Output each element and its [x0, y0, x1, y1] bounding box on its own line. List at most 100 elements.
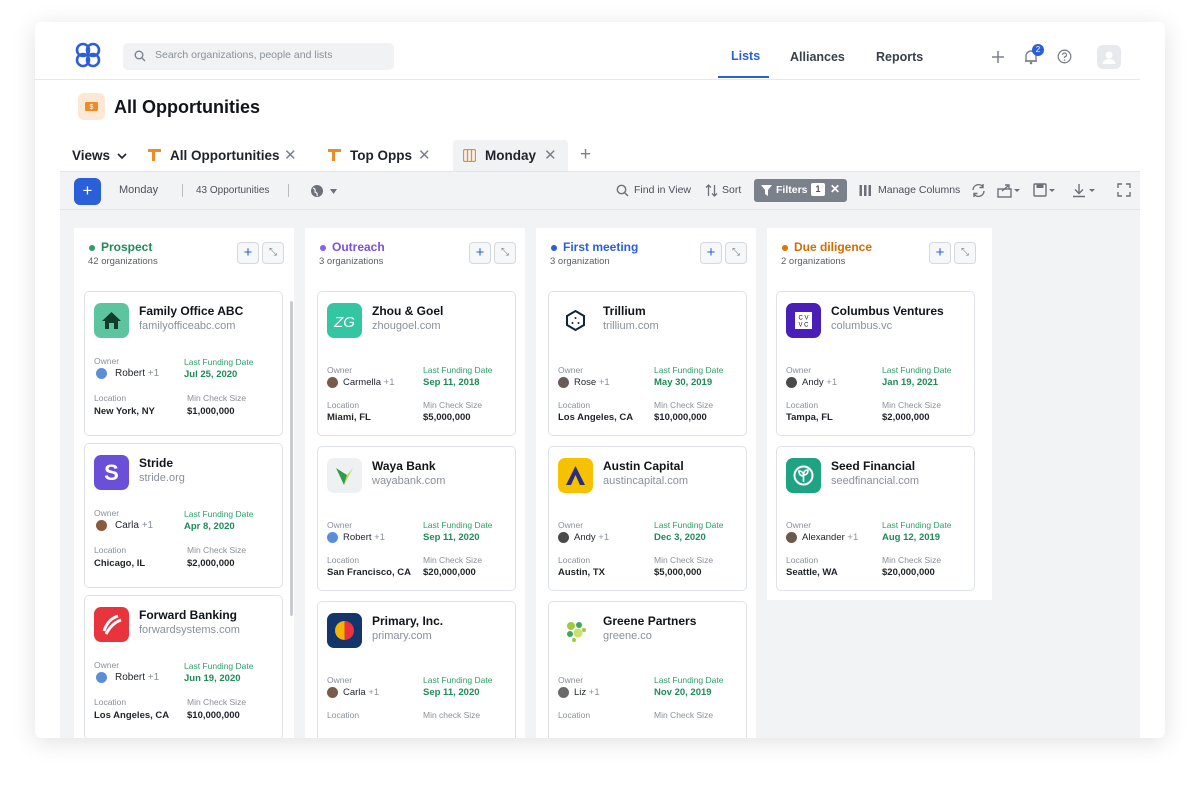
close-icon[interactable]: ✕: [418, 146, 431, 164]
owner-label: Owner: [94, 356, 120, 366]
save-icon[interactable]: [1033, 183, 1057, 198]
manage-columns-button[interactable]: Manage Columns: [878, 184, 960, 196]
austin-logo: [558, 458, 593, 493]
opportunity-card[interactable]: ZG Zhou & Goel zhougoel.com Owner Carmel…: [317, 291, 516, 436]
opportunity-card[interactable]: Waya Bank wayabank.com Owner Robert +1 L…: [317, 446, 516, 591]
check-label: Min Check Size: [423, 555, 483, 565]
app-window: Search organizations, people and lists L…: [35, 22, 1165, 738]
close-icon[interactable]: ✕: [830, 182, 840, 196]
owner-label: Owner: [786, 365, 812, 375]
user-avatar[interactable]: [1097, 45, 1121, 69]
app-logo[interactable]: [73, 40, 103, 70]
add-card-button[interactable]: +: [700, 242, 722, 264]
check-value: $10,000,000: [187, 710, 240, 721]
org-domain: familyofficeabc.com: [139, 320, 236, 332]
funding-date: Sep 11, 2020: [423, 687, 480, 698]
opportunity-card[interactable]: Forward Banking forwardsystems.com Owner…: [84, 595, 283, 738]
search-input[interactable]: Search organizations, people and lists: [123, 43, 394, 70]
views-dropdown[interactable]: Views: [72, 148, 127, 163]
opportunity-card[interactable]: C VV C Columbus Ventures columbus.vc Own…: [776, 291, 975, 436]
close-icon[interactable]: ✕: [544, 146, 557, 164]
check-label: Min Check Size: [882, 400, 942, 410]
globe-icon[interactable]: [310, 184, 324, 198]
column-title: Due diligence: [794, 240, 873, 254]
opportunity-card[interactable]: Austin Capital austincapital.com Owner A…: [548, 446, 747, 591]
avatar: [327, 532, 338, 543]
search-icon: [134, 50, 146, 62]
column-header: Prospect 42 organizations + ⤡: [74, 228, 294, 288]
opportunity-card[interactable]: Trillium trillium.com Owner Rose +1 Last…: [548, 291, 747, 436]
check-value: $2,000,000: [882, 412, 930, 423]
board-icon: [463, 149, 476, 162]
close-icon[interactable]: ✕: [284, 146, 297, 164]
column-title: Outreach: [332, 240, 385, 254]
expand-icon[interactable]: [1117, 183, 1131, 197]
funding-date: Apr 8, 2020: [184, 521, 235, 532]
find-in-view-button[interactable]: Find in View: [634, 184, 691, 196]
add-icon[interactable]: [991, 50, 1005, 64]
column-title: Prospect: [101, 240, 153, 254]
download-icon[interactable]: [1072, 183, 1098, 198]
collapse-icon[interactable]: ⤡: [725, 242, 747, 264]
funding-label: Last Funding Date: [423, 365, 493, 375]
tab-top-opps[interactable]: Top Opps ✕: [323, 140, 443, 171]
location-value: Austin, TX: [558, 567, 605, 578]
check-label: Min Check Size: [882, 555, 942, 565]
opportunity-card[interactable]: Greene Partners greene.co Owner Liz +1 L…: [548, 601, 747, 738]
owner-name: Rose +1: [574, 377, 610, 388]
share-icon[interactable]: [997, 183, 1021, 198]
filters-button[interactable]: Filters 1 ✕: [754, 179, 847, 202]
zg-logo: ZG: [327, 303, 362, 338]
opportunity-card[interactable]: Primary, Inc. primary.com Owner Carla +1…: [317, 601, 516, 738]
column-count: 42 organizations: [88, 256, 158, 267]
tab-monday[interactable]: Monday ✕: [453, 140, 568, 171]
divider: [288, 184, 289, 197]
check-value: $1,000,000: [187, 406, 235, 417]
location-value: Chicago, IL: [94, 558, 146, 569]
primary-logo: [327, 613, 362, 648]
help-icon[interactable]: [1057, 49, 1072, 64]
location-label: Location: [327, 400, 360, 410]
owner-name: Liz +1: [574, 687, 600, 698]
status-dot: [320, 245, 326, 251]
location-label: Location: [786, 400, 819, 410]
org-name: Forward Banking: [139, 608, 238, 622]
org-name: Zhou & Goel: [372, 304, 444, 318]
funding-date: Dec 3, 2020: [654, 532, 706, 543]
check-label: Min Check Size: [654, 400, 714, 410]
org-domain: wayabank.com: [372, 475, 446, 487]
column-header: Due diligence 2 organizations + ⤡: [767, 228, 992, 288]
funding-date: Jan 19, 2021: [882, 377, 938, 388]
current-view-name: Monday: [119, 184, 159, 196]
collapse-icon[interactable]: ⤡: [954, 242, 976, 264]
add-card-button[interactable]: +: [237, 242, 259, 264]
add-card-button[interactable]: +: [929, 242, 951, 264]
avatar: [786, 532, 797, 543]
funding-date: Jun 19, 2020: [184, 673, 241, 684]
opportunity-card[interactable]: S Stride stride.org Owner Carla +1 Last …: [84, 443, 283, 588]
tab-all-opportunities[interactable]: All Opportunities ✕: [143, 140, 303, 171]
collapse-icon[interactable]: ⤡: [262, 242, 284, 264]
opportunity-card[interactable]: Seed Financial seedfinancial.com Owner A…: [776, 446, 975, 591]
funding-date: May 30, 2019: [654, 377, 713, 388]
scrollbar[interactable]: [290, 301, 293, 616]
tab-label: Top Opps: [350, 148, 412, 163]
view-toolbar: + Monday 43 Opportunities Find in View S…: [60, 171, 1140, 210]
add-view-button[interactable]: +: [580, 144, 591, 166]
collapse-icon[interactable]: ⤡: [494, 242, 516, 264]
refresh-icon[interactable]: [971, 183, 986, 198]
chevron-down-icon[interactable]: [330, 189, 337, 194]
opportunity-card[interactable]: Family Office ABC familyofficeabc.com Ow…: [84, 291, 283, 436]
sort-button[interactable]: Sort: [722, 184, 741, 196]
nav-tab-reports[interactable]: Reports: [876, 50, 923, 64]
check-value: $2,000,000: [187, 558, 235, 569]
add-card-button[interactable]: +: [469, 242, 491, 264]
add-opportunity-button[interactable]: +: [74, 178, 101, 205]
svg-text:C V: C V: [798, 316, 808, 322]
status-dot: [551, 245, 557, 251]
location-label: Location: [558, 555, 591, 565]
nav-tab-alliances[interactable]: Alliances: [790, 50, 845, 64]
location-label: Location: [94, 545, 127, 555]
nav-tab-lists[interactable]: Lists: [731, 49, 760, 63]
owner-label: Owner: [94, 660, 120, 670]
